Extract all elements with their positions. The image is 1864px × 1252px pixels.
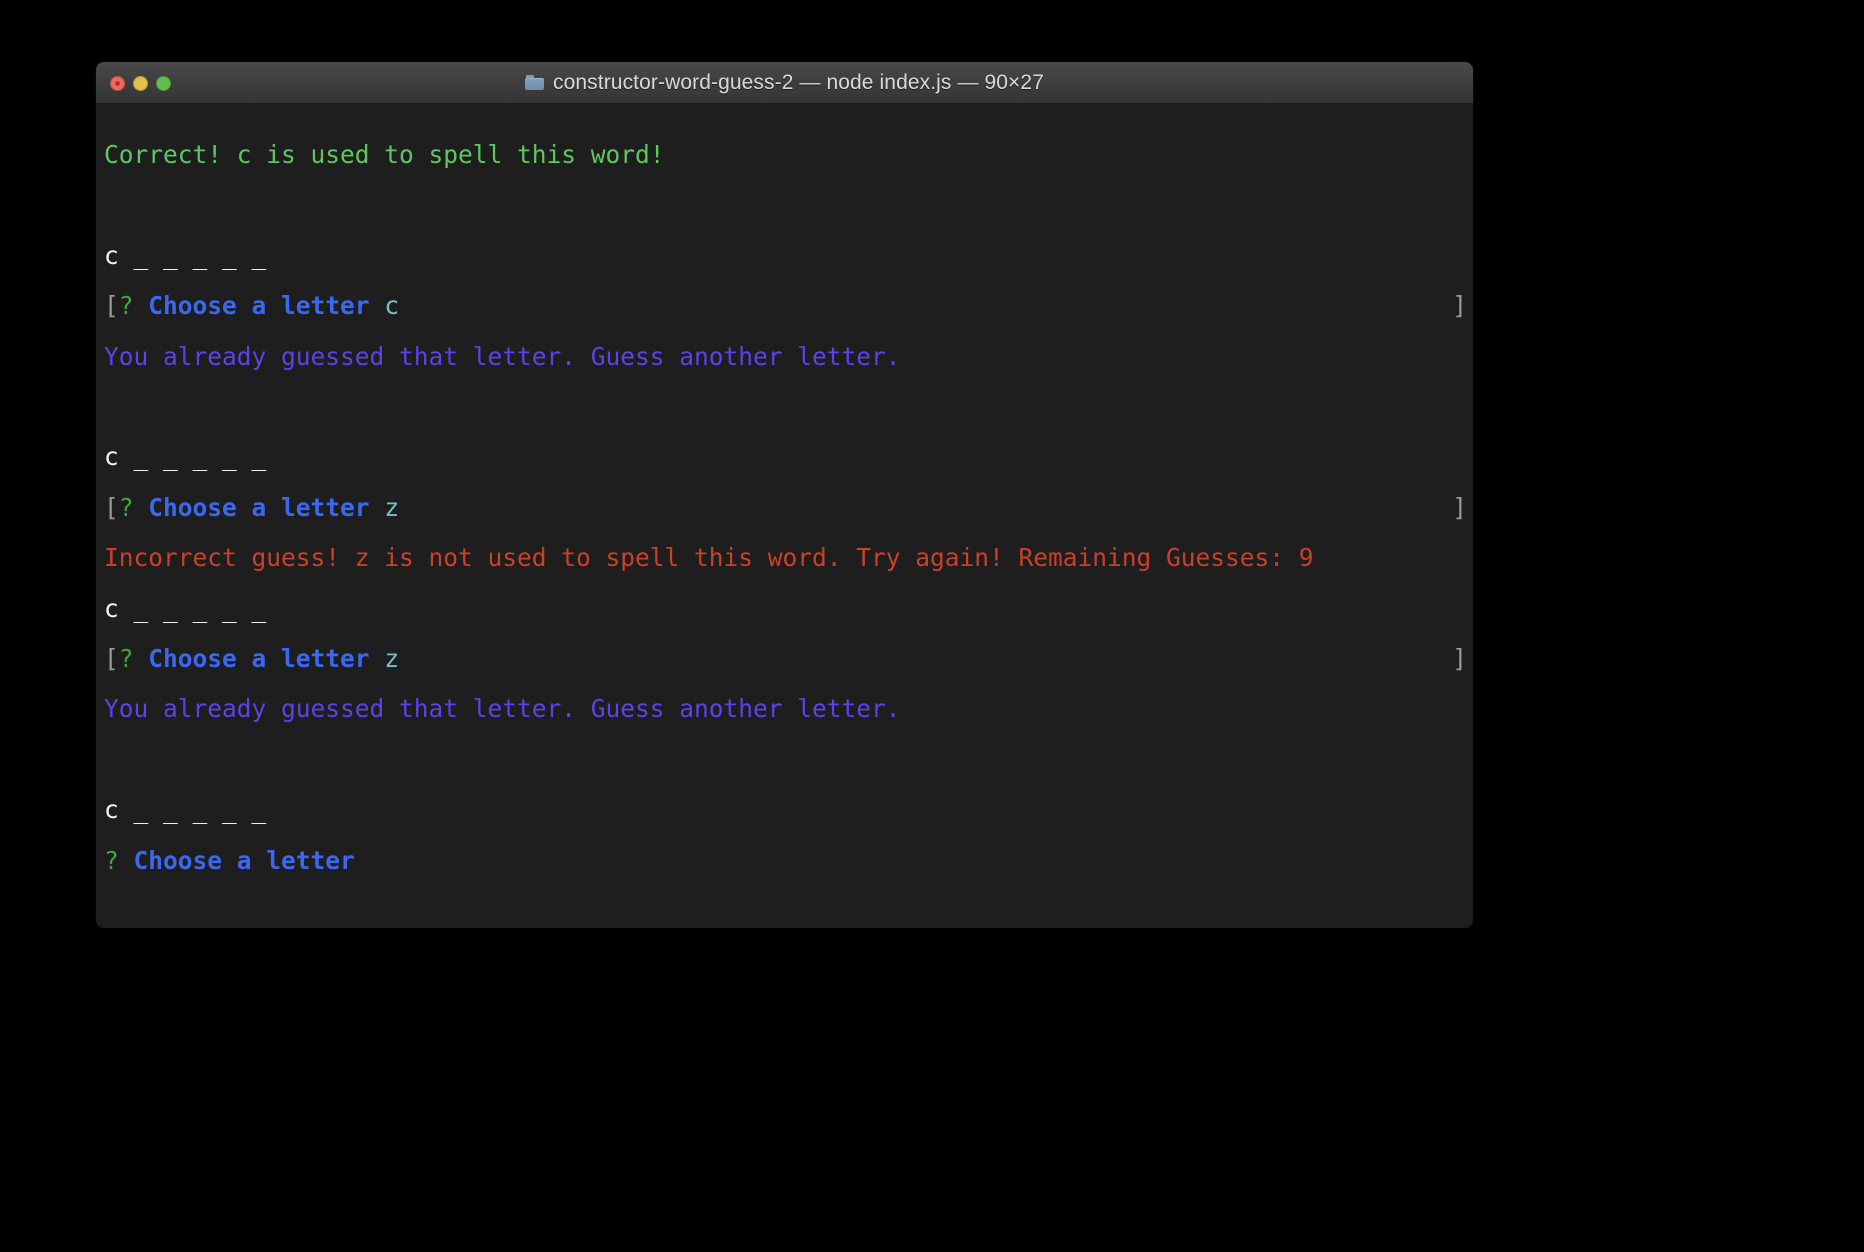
- prompt-line-3[interactable]: [? Choose a letter z]: [104, 634, 1473, 684]
- bracket-close-icon-3: ]: [1452, 644, 1467, 674]
- window-title: constructor-word-guess-2 — node index.js…: [553, 70, 1044, 94]
- desktop-background: constructor-word-guess-2 — node index.js…: [0, 0, 1864, 1252]
- folder-icon: [525, 75, 545, 90]
- close-button[interactable]: [110, 75, 125, 91]
- minimize-button[interactable]: [133, 75, 148, 91]
- prompt-text: Choose a letter: [148, 492, 370, 522]
- word-display: c _ _ _ _ _: [104, 240, 267, 270]
- answer-2-value: z: [384, 492, 400, 522]
- word-display: c _ _ _ _ _: [104, 593, 267, 623]
- answer-2: z: [370, 492, 400, 522]
- bracket-open-icon: [: [104, 291, 119, 321]
- question-mark-icon: ?: [118, 291, 134, 321]
- question-mark-icon: ?: [118, 644, 134, 674]
- correct-message: Correct! c is used to spell this word!: [104, 140, 665, 169]
- bracket-close-icon-2: ]: [1452, 492, 1467, 522]
- prompt-line-2[interactable]: [? Choose a letter z]: [104, 483, 1473, 533]
- answer-1: c: [370, 291, 400, 321]
- prompt-line-active[interactable]: ? Choose a letter: [104, 836, 1473, 886]
- word-display-line-2: c _ _ _ _ _: [104, 432, 1473, 482]
- question-mark-icon: ?: [118, 492, 134, 522]
- question-mark-icon: ?: [104, 845, 119, 875]
- already-guessed-message-2: You already guessed that letter. Guess a…: [104, 694, 901, 724]
- answer-1-value: c: [384, 291, 400, 321]
- window-title-group: constructor-word-guess-2 — node index.js…: [525, 71, 1044, 95]
- word-display: c _ _ _ _ _: [104, 795, 267, 825]
- prompt-label-2: Choose a letter: [134, 492, 370, 522]
- bracket-open-icon: [: [104, 492, 119, 522]
- output-line-already-1: You already guessed that letter. Guess a…: [104, 332, 1473, 382]
- answer-3-value: z: [384, 644, 400, 674]
- answer-3: z: [370, 644, 400, 674]
- terminal-output: Correct! c is used to spell this word! c…: [96, 130, 1473, 886]
- output-line-correct: Correct! c is used to spell this word!: [104, 130, 1473, 180]
- word-display: c _ _ _ _ _: [104, 442, 267, 472]
- window-controls: [110, 62, 171, 104]
- incorrect-message: Incorrect guess! z is not used to spell …: [104, 543, 1314, 573]
- prompt-text: Choose a letter: [148, 644, 370, 674]
- word-display-line-4: c _ _ _ _ _: [104, 785, 1473, 835]
- terminal-window: constructor-word-guess-2 — node index.js…: [96, 62, 1473, 928]
- output-line-already-2: You already guessed that letter. Guess a…: [104, 684, 1473, 734]
- maximize-button[interactable]: [156, 75, 171, 91]
- output-line-incorrect: Incorrect guess! z is not used to spell …: [104, 533, 1473, 583]
- bracket-close-icon-1: ]: [1452, 291, 1467, 321]
- prompt-label-3: Choose a letter: [134, 644, 370, 674]
- word-display-line-3: c _ _ _ _ _: [104, 584, 1473, 634]
- prompt-label-1: Choose a letter: [134, 291, 370, 321]
- window-titlebar[interactable]: constructor-word-guess-2 — node index.js…: [96, 62, 1473, 104]
- terminal-body[interactable]: Correct! c is used to spell this word! c…: [96, 104, 1473, 928]
- prompt-label-active[interactable]: Choose a letter: [119, 846, 355, 875]
- prompt-text: Choose a letter: [133, 845, 355, 875]
- prompt-text: Choose a letter: [148, 291, 370, 321]
- already-guessed-message-1: You already guessed that letter. Guess a…: [104, 341, 901, 371]
- prompt-line-1[interactable]: [? Choose a letter c]: [104, 281, 1473, 331]
- bracket-open-icon: [: [104, 644, 119, 674]
- word-display-line-1: c _ _ _ _ _: [104, 231, 1473, 281]
